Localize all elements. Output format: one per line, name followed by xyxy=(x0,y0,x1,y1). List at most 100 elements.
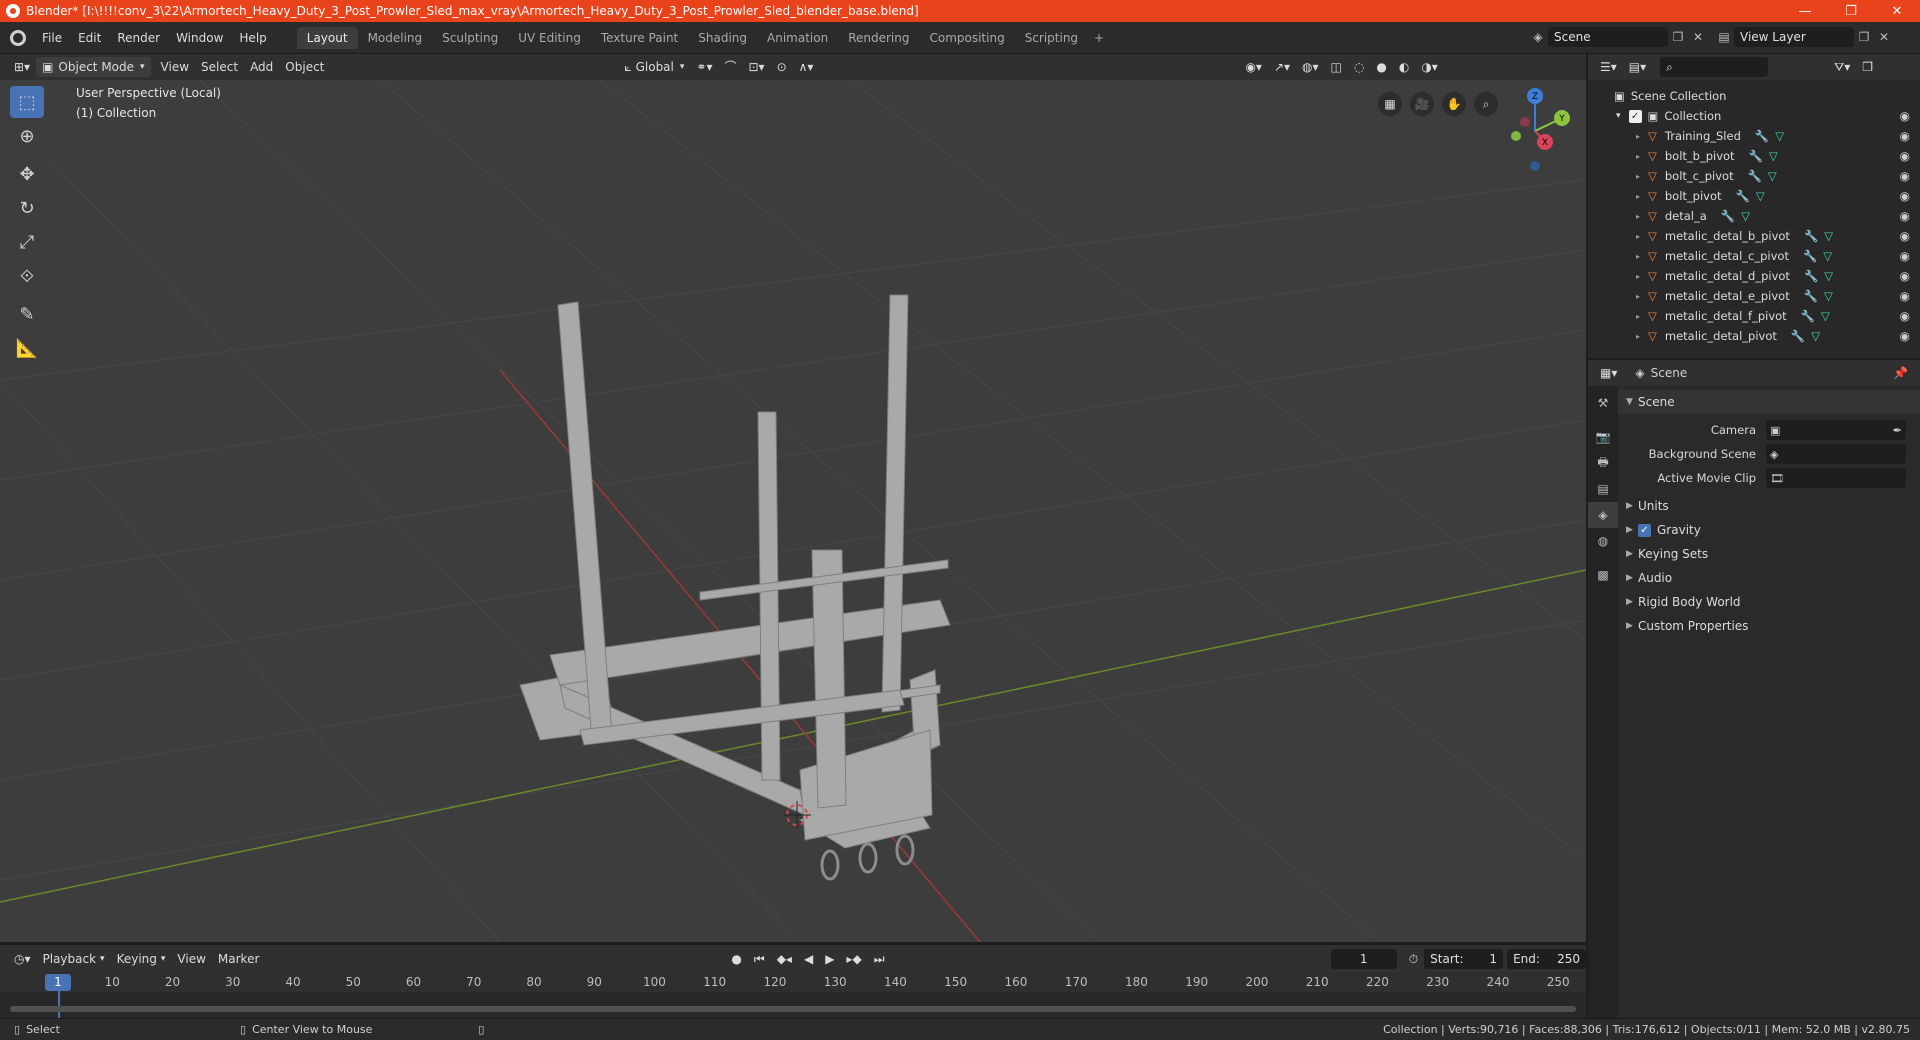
mesh-data-icon[interactable]: ▽ xyxy=(1823,249,1832,263)
eye-icon[interactable]: ◉ xyxy=(1900,109,1910,123)
properties-editor-icon[interactable]: ▦▾ xyxy=(1594,363,1623,383)
keying-sets-section[interactable]: ▶ Keying Sets xyxy=(1618,542,1920,566)
expand-arrow-icon[interactable]: ▸ xyxy=(1636,152,1640,161)
expand-arrow-icon[interactable]: ▸ xyxy=(1636,192,1640,201)
pin-icon[interactable]: 📌 xyxy=(1893,366,1908,380)
outliner-object-row[interactable]: ▸ ▽ detal_a 🔧 ▽ ◉ xyxy=(1588,206,1920,226)
annotate-tool-icon[interactable]: ✎ xyxy=(10,298,44,330)
mesh-data-icon[interactable]: ▽ xyxy=(1824,269,1833,283)
modifier-wrench-icon[interactable]: 🔧 xyxy=(1791,329,1805,343)
close-button[interactable]: ✕ xyxy=(1874,0,1920,22)
menu-file[interactable]: File xyxy=(34,31,70,45)
modifier-wrench-icon[interactable]: 🔧 xyxy=(1755,129,1769,143)
eye-icon[interactable]: ◉ xyxy=(1900,169,1910,183)
output-tab-icon[interactable]: 🖶 xyxy=(1588,450,1618,476)
mesh-data-icon[interactable]: ▽ xyxy=(1775,129,1784,143)
material-shading-icon[interactable]: ◐ xyxy=(1393,57,1415,77)
play-reverse-icon[interactable]: ◀ xyxy=(798,949,819,969)
mesh-data-icon[interactable]: ▽ xyxy=(1741,209,1750,223)
prev-keyframe-icon[interactable]: ◆◂ xyxy=(771,949,798,969)
3d-viewport[interactable]: User Perspective (Local) (1) Collection … xyxy=(0,80,1586,942)
mesh-data-icon[interactable]: ▽ xyxy=(1769,149,1778,163)
timeline-ruler[interactable]: 1 10 20 30 40 50 60 70 80 90 100 110 120 130 140 150 16… xyxy=(0,972,1586,992)
scene-section-header[interactable]: ▼ Scene xyxy=(1618,390,1920,414)
gizmo-toggle-icon[interactable]: ↗▾ xyxy=(1268,57,1296,77)
delete-view-layer-icon[interactable]: ✕ xyxy=(1874,27,1894,47)
filter-icon[interactable]: ⛛▾ xyxy=(1828,57,1856,77)
modifier-wrench-icon[interactable]: 🔧 xyxy=(1804,289,1818,303)
scene-icon[interactable]: ◈ xyxy=(1528,27,1548,47)
gravity-checkbox[interactable]: ✓ xyxy=(1638,523,1651,537)
view-menu[interactable]: View xyxy=(155,57,195,77)
texture-tab-icon[interactable]: ▩ xyxy=(1588,562,1618,588)
display-mode-icon[interactable]: ▤▾ xyxy=(1623,57,1652,77)
mesh-data-icon[interactable]: ▽ xyxy=(1768,169,1777,183)
tab-compositing[interactable]: Compositing xyxy=(919,27,1014,49)
mesh-data-icon[interactable]: ▽ xyxy=(1756,189,1765,203)
blender-menu-icon[interactable] xyxy=(10,29,26,46)
eye-icon[interactable]: ◉ xyxy=(1900,209,1910,223)
eye-icon[interactable]: ◉ xyxy=(1900,329,1910,343)
view-layer-icon[interactable]: ▤ xyxy=(1714,27,1734,47)
menu-help[interactable]: Help xyxy=(231,31,274,45)
falloff-icon[interactable]: ∧▾ xyxy=(793,57,820,77)
rendered-shading-icon[interactable]: ◑▾ xyxy=(1415,57,1444,77)
expand-arrow-icon[interactable]: ▸ xyxy=(1636,252,1640,261)
timeline-scrollbar[interactable] xyxy=(10,1006,1576,1012)
outliner-object-row[interactable]: ▸ ▽ metalic_detal_c_pivot 🔧 ▽ ◉ xyxy=(1588,246,1920,266)
expand-arrow-icon[interactable]: ▸ xyxy=(1636,212,1640,221)
world-tab-icon[interactable]: ◍ xyxy=(1588,528,1618,554)
pan-hand-icon[interactable]: ✋ xyxy=(1442,92,1466,116)
eye-icon[interactable]: ◉ xyxy=(1900,289,1910,303)
tab-scripting[interactable]: Scripting xyxy=(1015,27,1088,49)
modifier-wrench-icon[interactable]: 🔧 xyxy=(1804,229,1818,243)
tab-modeling[interactable]: Modeling xyxy=(358,27,433,49)
tab-shading[interactable]: Shading xyxy=(688,27,757,49)
outliner-object-row[interactable]: ▸ ▽ metalic_detal_f_pivot 🔧 ▽ ◉ xyxy=(1588,306,1920,326)
add-workspace-icon[interactable]: + xyxy=(1088,27,1110,49)
play-icon[interactable]: ▶ xyxy=(819,949,840,969)
maximize-button[interactable]: ❐ xyxy=(1828,0,1874,22)
eyedropper-icon[interactable]: ✒ xyxy=(1893,424,1902,437)
eye-icon[interactable]: ◉ xyxy=(1900,129,1910,143)
tool-tab-icon[interactable]: ⚒ xyxy=(1588,390,1618,416)
gravity-section[interactable]: ▶ ✓ Gravity xyxy=(1618,518,1920,542)
next-keyframe-icon[interactable]: ▸◆ xyxy=(840,949,867,969)
modifier-wrench-icon[interactable]: 🔧 xyxy=(1803,249,1817,263)
units-section[interactable]: ▶ Units xyxy=(1618,494,1920,518)
eye-icon[interactable]: ◉ xyxy=(1900,309,1910,323)
navigation-gizmo[interactable]: Z Y X xyxy=(1490,86,1580,176)
mesh-data-icon[interactable]: ▽ xyxy=(1821,309,1830,323)
record-icon[interactable]: ● xyxy=(725,949,747,969)
preview-range-icon[interactable]: ⏱ xyxy=(1403,949,1424,969)
eye-icon[interactable]: ◉ xyxy=(1900,269,1910,283)
mesh-data-icon[interactable]: ▽ xyxy=(1824,289,1833,303)
wireframe-shading-icon[interactable]: ◌ xyxy=(1348,57,1370,77)
background-scene-field[interactable]: ◈ xyxy=(1766,444,1906,464)
cursor-tool-icon[interactable]: ⊕ xyxy=(10,120,44,152)
outliner-object-row[interactable]: ▸ ▽ bolt_c_pivot 🔧 ▽ ◉ xyxy=(1588,166,1920,186)
pivot-point-icon[interactable]: ⚭▾ xyxy=(690,57,718,77)
modifier-wrench-icon[interactable]: 🔧 xyxy=(1801,309,1815,323)
tab-texture-paint[interactable]: Texture Paint xyxy=(591,27,688,49)
active-movie-clip-field[interactable]: 🎞 xyxy=(1766,468,1906,488)
mesh-data-icon[interactable]: ▽ xyxy=(1811,329,1820,343)
new-collection-icon[interactable]: ❐ xyxy=(1856,57,1879,77)
visibility-icon[interactable]: ◉▾ xyxy=(1239,57,1268,77)
menu-edit[interactable]: Edit xyxy=(70,31,109,45)
minimize-button[interactable]: — xyxy=(1782,0,1828,22)
select-menu[interactable]: Select xyxy=(195,57,244,77)
proportional-edit-icon[interactable]: ⊙ xyxy=(771,57,793,77)
tab-sculpting[interactable]: Sculpting xyxy=(432,27,508,49)
grid-view-icon[interactable]: ▦ xyxy=(1378,92,1402,116)
scene-tab-icon[interactable]: ◈ xyxy=(1588,502,1618,528)
select-box-tool-icon[interactable]: ⬚ xyxy=(10,86,44,118)
current-frame-field[interactable]: 1 xyxy=(1330,948,1397,969)
start-frame-field[interactable]: Start: 1 xyxy=(1424,948,1504,969)
modifier-wrench-icon[interactable]: 🔧 xyxy=(1749,149,1763,163)
timeline-body[interactable]: 1 10 20 30 40 50 60 70 80 90 100 110 120 130 140 150 16… xyxy=(0,972,1586,1018)
outliner-scene-collection[interactable]: ▣ Scene Collection xyxy=(1588,86,1920,106)
expand-arrow-icon[interactable]: ▸ xyxy=(1636,292,1640,301)
object-menu[interactable]: Object xyxy=(279,57,330,77)
eye-icon[interactable]: ◉ xyxy=(1900,249,1910,263)
